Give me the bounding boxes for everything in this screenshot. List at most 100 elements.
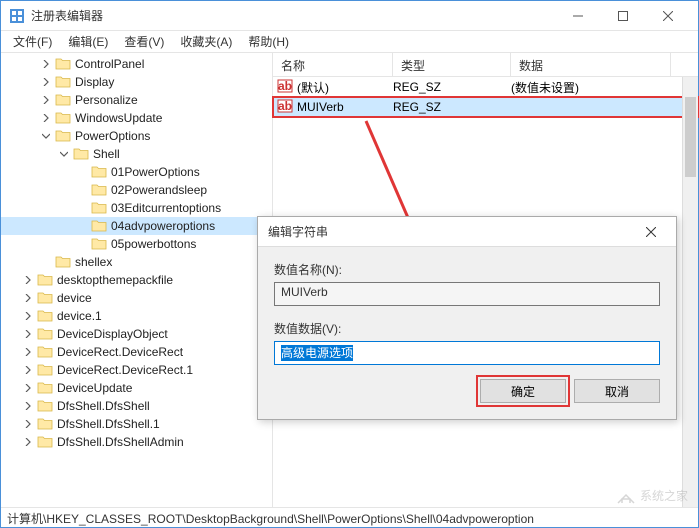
tree-item-label: 05powerbottons xyxy=(111,237,196,251)
chevron-none xyxy=(75,219,89,233)
dialog-close-button[interactable] xyxy=(636,218,666,246)
tree-item-label: device xyxy=(57,291,92,305)
tree-item-label: ControlPanel xyxy=(75,57,144,71)
folder-icon xyxy=(53,92,75,109)
tree-item-label: device.1 xyxy=(57,309,102,323)
folder-icon xyxy=(35,434,57,451)
tree-item[interactable]: device xyxy=(1,289,272,307)
svg-text:ab: ab xyxy=(278,99,292,113)
cancel-button[interactable]: 取消 xyxy=(574,379,660,403)
chevron-right-icon[interactable] xyxy=(21,417,35,431)
chevron-down-icon[interactable] xyxy=(39,129,53,143)
tree-item[interactable]: DeviceDisplayObject xyxy=(1,325,272,343)
tree-item[interactable]: 04advpoweroptions xyxy=(1,217,272,235)
folder-icon xyxy=(89,164,111,181)
svg-text:ab: ab xyxy=(278,79,292,93)
tree-item[interactable]: 02Powerandsleep xyxy=(1,181,272,199)
value-name-field[interactable]: MUIVerb xyxy=(274,282,660,306)
chevron-right-icon[interactable] xyxy=(21,363,35,377)
status-bar: 计算机\HKEY_CLASSES_ROOT\DesktopBackground\… xyxy=(1,507,698,527)
col-name[interactable]: 名称 xyxy=(273,53,393,76)
chevron-none xyxy=(75,183,89,197)
folder-icon xyxy=(35,398,57,415)
tree-item-label: Display xyxy=(75,75,114,89)
list-row[interactable]: ab(默认)REG_SZ(数值未设置) xyxy=(273,77,698,97)
folder-icon xyxy=(53,110,75,127)
chevron-down-icon[interactable] xyxy=(57,147,71,161)
chevron-right-icon[interactable] xyxy=(21,309,35,323)
tree-item[interactable]: DfsShell.DfsShellAdmin xyxy=(1,433,272,451)
ok-button[interactable]: 确定 xyxy=(480,379,566,403)
col-data[interactable]: 数据 xyxy=(511,53,671,76)
tree-item-label: Personalize xyxy=(75,93,138,107)
value-name-label: 数值名称(N): xyxy=(274,261,660,278)
col-type[interactable]: 类型 xyxy=(393,53,511,76)
tree-item[interactable]: 05powerbottons xyxy=(1,235,272,253)
minimize-button[interactable] xyxy=(555,2,600,30)
tree-item[interactable]: 03Editcurrentoptions xyxy=(1,199,272,217)
chevron-right-icon[interactable] xyxy=(21,327,35,341)
chevron-none xyxy=(75,237,89,251)
value-name: MUIVerb xyxy=(297,100,344,114)
folder-icon xyxy=(35,308,57,325)
folder-icon xyxy=(53,128,75,145)
close-button[interactable] xyxy=(645,2,690,30)
chevron-right-icon[interactable] xyxy=(39,111,53,125)
title-bar: 注册表编辑器 xyxy=(1,1,698,31)
chevron-none xyxy=(75,165,89,179)
tree-item[interactable]: DeviceUpdate xyxy=(1,379,272,397)
chevron-right-icon[interactable] xyxy=(21,381,35,395)
chevron-right-icon[interactable] xyxy=(21,399,35,413)
regedit-icon xyxy=(9,8,25,24)
list-header: 名称 类型 数据 xyxy=(273,53,698,77)
maximize-button[interactable] xyxy=(600,2,645,30)
chevron-right-icon[interactable] xyxy=(21,435,35,449)
dialog-title-bar[interactable]: 编辑字符串 xyxy=(258,217,676,247)
tree-item[interactable]: ControlPanel xyxy=(1,55,272,73)
list-row[interactable]: abMUIVerbREG_SZ xyxy=(273,97,698,117)
string-value-icon: ab xyxy=(277,98,297,117)
tree-item-label: 02Powerandsleep xyxy=(111,183,207,197)
chevron-right-icon[interactable] xyxy=(21,345,35,359)
scrollbar-vertical[interactable] xyxy=(682,77,698,507)
tree-item-label: DeviceRect.DeviceRect.1 xyxy=(57,363,193,377)
menu-view[interactable]: 查看(V) xyxy=(116,31,172,52)
menu-edit[interactable]: 编辑(E) xyxy=(60,31,116,52)
folder-icon xyxy=(89,182,111,199)
chevron-right-icon[interactable] xyxy=(39,93,53,107)
menu-favorites[interactable]: 收藏夹(A) xyxy=(172,31,240,52)
tree-item[interactable]: DeviceRect.DeviceRect.1 xyxy=(1,361,272,379)
menu-file[interactable]: 文件(F) xyxy=(5,31,60,52)
tree-item[interactable]: PowerOptions xyxy=(1,127,272,145)
chevron-right-icon[interactable] xyxy=(21,291,35,305)
chevron-right-icon[interactable] xyxy=(39,57,53,71)
tree-item[interactable]: Shell xyxy=(1,145,272,163)
tree-item-label: DeviceRect.DeviceRect xyxy=(57,345,183,359)
tree-item[interactable]: DeviceRect.DeviceRect xyxy=(1,343,272,361)
tree-item[interactable]: DfsShell.DfsShell xyxy=(1,397,272,415)
tree-item[interactable]: device.1 xyxy=(1,307,272,325)
folder-icon xyxy=(35,344,57,361)
tree-item[interactable]: Personalize xyxy=(1,91,272,109)
tree-item-label: DeviceDisplayObject xyxy=(57,327,168,341)
tree-panel[interactable]: ControlPanel Display Personalize WindowsUpd… xyxy=(1,53,273,507)
value-data: (数值未设置) xyxy=(511,79,671,96)
watermark: 系统之家 xyxy=(616,487,688,505)
tree-item[interactable]: desktopthemepackfile xyxy=(1,271,272,289)
scrollbar-thumb[interactable] xyxy=(685,97,696,177)
tree-item[interactable]: shellex xyxy=(1,253,272,271)
folder-icon xyxy=(35,272,57,289)
tree-item-label: 01PowerOptions xyxy=(111,165,200,179)
tree-item[interactable]: Display xyxy=(1,73,272,91)
menu-help[interactable]: 帮助(H) xyxy=(240,31,297,52)
folder-icon xyxy=(71,146,93,163)
tree-item[interactable]: DfsShell.DfsShell.1 xyxy=(1,415,272,433)
tree-item[interactable]: WindowsUpdate xyxy=(1,109,272,127)
tree-item-label: DfsShell.DfsShell xyxy=(57,399,150,413)
chevron-right-icon[interactable] xyxy=(39,75,53,89)
value-data-field[interactable]: 高级电源选项 xyxy=(274,341,660,365)
tree-item-label: PowerOptions xyxy=(75,129,150,143)
tree-item-label: WindowsUpdate xyxy=(75,111,162,125)
tree-item[interactable]: 01PowerOptions xyxy=(1,163,272,181)
chevron-right-icon[interactable] xyxy=(21,273,35,287)
